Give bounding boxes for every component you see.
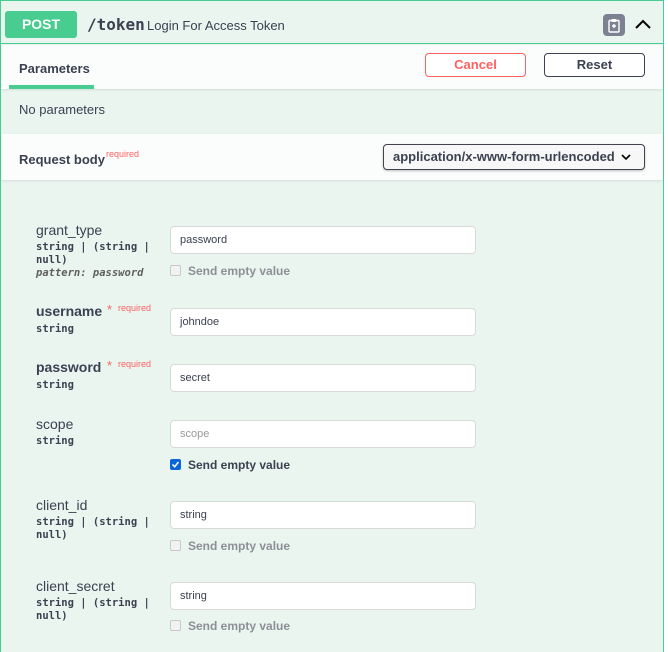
collapse-button[interactable]: [631, 12, 655, 36]
field-type-password: string: [36, 379, 74, 391]
checkbox[interactable]: [170, 540, 181, 551]
field-name-password: password: [36, 359, 102, 375]
username-input[interactable]: johndoe: [170, 308, 476, 336]
send-empty-label: Send empty value: [188, 539, 291, 553]
checkmark-icon: [171, 461, 180, 468]
send-empty-label: Send empty value: [188, 264, 291, 278]
operation-block: POST /token Login For Access Token Param…: [0, 0, 664, 652]
required-label: required: [118, 359, 152, 369]
endpoint-path: /token: [87, 15, 145, 34]
chevron-up-icon: [635, 19, 651, 29]
password-input[interactable]: secret: [170, 364, 476, 392]
field-type-client-id: string | (string | null): [36, 516, 150, 541]
client-id-input[interactable]: string: [170, 501, 476, 529]
field-type-client-secret: string | (string | null): [36, 597, 150, 622]
field-type-username: string: [36, 323, 74, 335]
copy-path-button[interactable]: [603, 14, 625, 36]
field-name-client-id: client_id: [36, 497, 88, 513]
parameters-header: Parameters Cancel Reset: [1, 45, 663, 89]
client-secret-input[interactable]: string: [170, 582, 476, 610]
grant-type-input[interactable]: password: [170, 226, 476, 254]
send-empty-label: Send empty value: [188, 458, 291, 472]
required-star: *: [107, 302, 113, 317]
field-name-scope: scope: [36, 416, 74, 432]
field-name-client-secret: client_secret: [36, 578, 115, 594]
endpoint-summary: Login For Access Token: [147, 18, 285, 33]
cancel-button[interactable]: Cancel: [425, 53, 526, 77]
field-name-grant-type: grant_type: [36, 222, 103, 238]
reset-button[interactable]: Reset: [544, 53, 645, 77]
request-body-required-label: required: [106, 149, 140, 159]
required-star: *: [107, 358, 113, 373]
content-type-select[interactable]: application/x-www-form-urlencoded: [383, 144, 645, 170]
field-pattern-grant-type: pattern: password: [36, 267, 144, 279]
required-label: required: [118, 303, 152, 313]
field-type-scope: string: [36, 435, 74, 447]
checkbox[interactable]: [170, 265, 181, 276]
operation-summary[interactable]: POST /token Login For Access Token: [1, 1, 663, 44]
request-body-header: Request body required application/x-www-…: [1, 134, 663, 180]
checkbox[interactable]: [170, 620, 181, 631]
send-empty-label: Send empty value: [188, 619, 291, 633]
clipboard-icon: [608, 18, 620, 33]
http-method-badge: POST: [5, 11, 77, 38]
tab-active-underline: [9, 85, 94, 89]
checkbox[interactable]: [170, 459, 181, 470]
chevron-down-icon: [621, 154, 631, 160]
no-parameters-text: No parameters: [19, 102, 105, 117]
tab-parameters[interactable]: Parameters: [19, 61, 90, 76]
content-type-value: application/x-www-form-urlencoded: [393, 149, 615, 164]
scope-input[interactable]: scope: [170, 420, 476, 448]
request-body-title: Request body: [19, 152, 105, 167]
field-name-username: username: [36, 303, 103, 319]
field-type-grant-type: string | (string | null): [36, 241, 150, 266]
